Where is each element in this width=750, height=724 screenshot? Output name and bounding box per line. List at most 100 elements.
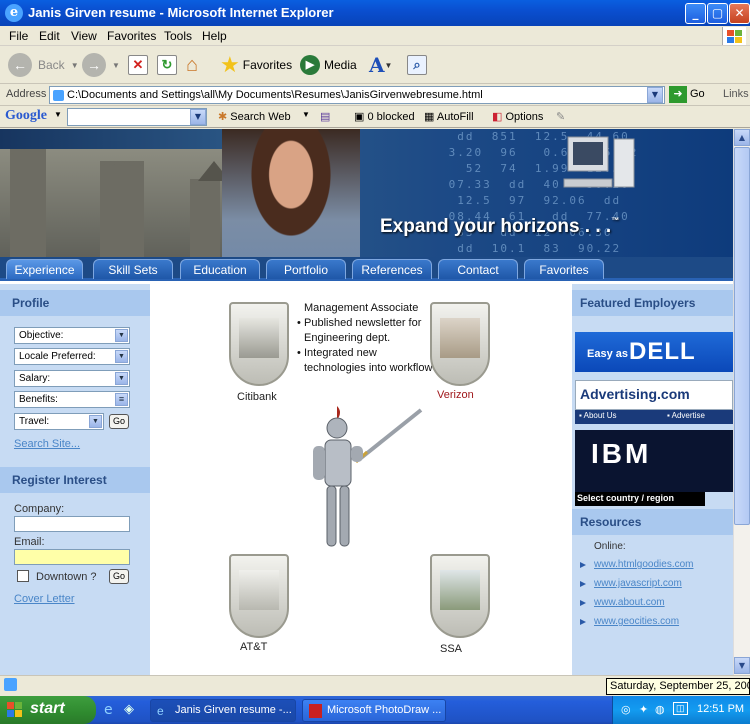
dell-ad[interactable]: Easy as DELL <box>575 332 733 372</box>
forward-dropdown-icon[interactable]: ▼ <box>112 61 120 70</box>
resource-link-geocities[interactable]: www.geocities.com <box>580 616 679 627</box>
autofill-button[interactable]: ▦ AutoFill <box>424 110 474 123</box>
salary-select[interactable]: Salary: ▼ <box>14 370 130 387</box>
verizon-label: Verizon <box>437 389 474 401</box>
close-button[interactable]: ✕ <box>729 3 750 24</box>
email-input[interactable] <box>14 549 130 565</box>
quicklaunch-desktop-icon[interactable]: ◈ <box>124 702 134 717</box>
google-menu-dropdown-icon[interactable]: ▼ <box>54 110 62 119</box>
clock[interactable]: 12:51 PM <box>697 703 744 715</box>
objective-select[interactable]: Objective: ▼ <box>14 327 130 344</box>
media-button[interactable]: ▶ Media <box>300 51 357 79</box>
tray-icon[interactable]: ✦ <box>639 703 648 716</box>
locale-label: Locale Preferred: <box>19 351 96 362</box>
ie-window: e Janis Girven resume - Microsoft Intern… <box>0 0 750 724</box>
favorites-button[interactable]: ★ Favorites <box>220 51 292 79</box>
travel-select[interactable]: Travel: ▼ <box>14 413 104 430</box>
research-button[interactable]: ⌕ <box>407 51 427 79</box>
back-button[interactable]: ← Back ▼ <box>8 51 79 79</box>
stop-button[interactable]: ✕ <box>128 51 148 79</box>
register-heading: Register Interest <box>0 467 150 493</box>
castle-image <box>0 149 250 261</box>
resource-link-about[interactable]: www.about.com <box>580 597 665 608</box>
locale-select[interactable]: Locale Preferred: ▼ <box>14 348 130 365</box>
register-go-button[interactable]: Go <box>109 569 129 584</box>
back-arrow-icon: ← <box>8 53 32 77</box>
verizon-shield[interactable] <box>430 302 490 386</box>
options-label: Options <box>505 111 544 123</box>
scroll-down-icon[interactable]: ▼ <box>734 657 750 674</box>
att-shield[interactable] <box>229 554 289 638</box>
advertise-link[interactable]: ▪ Advertise <box>667 411 705 420</box>
start-button[interactable]: start <box>0 696 96 724</box>
tray-icon[interactable]: ◫ <box>673 702 688 715</box>
tab-portfolio[interactable]: Portfolio <box>266 259 346 279</box>
go-arrow-icon[interactable]: ➜ <box>669 86 687 103</box>
tab-favorites[interactable]: Favorites <box>524 259 604 279</box>
google-logo[interactable]: Google <box>5 108 47 124</box>
refresh-button[interactable]: ↻ <box>157 51 177 79</box>
menu-tools[interactable]: Tools <box>164 29 192 43</box>
tab-contact[interactable]: Contact <box>438 259 518 279</box>
benefits-select[interactable]: Benefits: ≡ <box>14 391 130 408</box>
about-us-link[interactable]: ▪ About Us <box>579 411 617 420</box>
fonts-button[interactable]: A ▼ <box>369 51 392 79</box>
search-web-button[interactable]: ✱ Search Web <box>218 110 291 123</box>
google-search-input[interactable] <box>67 108 207 126</box>
go-button[interactable]: Go <box>690 88 705 100</box>
options-button[interactable]: ◧ Options <box>492 110 543 123</box>
highlight-pencil-icon[interactable]: ✎ <box>556 110 565 123</box>
autofill-icon: ▦ <box>424 111 435 123</box>
task-ie-resume[interactable]: e Janis Girven resume -... <box>150 699 296 722</box>
dell-tagline: Easy as <box>587 348 628 360</box>
downtown-checkbox[interactable] <box>17 570 29 582</box>
company-input[interactable] <box>14 516 130 532</box>
salary-label: Salary: <box>19 373 51 384</box>
task-photodraw[interactable]: Microsoft PhotoDraw ... <box>302 699 446 722</box>
links-button[interactable]: Links <box>723 88 749 100</box>
menu-view[interactable]: View <box>71 29 97 43</box>
search-site-link[interactable]: Search Site... <box>14 438 80 450</box>
tray-icon[interactable]: ◎ <box>621 703 631 716</box>
scroll-up-icon[interactable]: ▲ <box>734 129 750 146</box>
profile-go-button[interactable]: Go <box>109 414 129 429</box>
menu-help[interactable]: Help <box>202 29 227 43</box>
ibm-ad[interactable]: IBM <box>575 430 733 492</box>
popup-blocker-button[interactable]: ▣ 0 blocked <box>354 110 415 123</box>
cover-letter-link[interactable]: Cover Letter <box>14 593 75 605</box>
chevron-down-icon: ▼ <box>115 329 128 342</box>
chevron-down-icon: ▼ <box>89 415 102 428</box>
home-button[interactable]: ⌂ <box>186 51 198 79</box>
address-input[interactable]: C:\Documents and Settings\all\My Documen… <box>49 86 665 104</box>
back-dropdown-icon[interactable]: ▼ <box>71 61 79 70</box>
menu-favorites[interactable]: Favorites <box>107 29 156 43</box>
tab-education[interactable]: Education <box>180 259 260 279</box>
ssa-shield[interactable] <box>430 554 490 638</box>
address-dropdown-icon[interactable]: ▼ <box>647 87 663 103</box>
citibank-shield[interactable] <box>229 302 289 386</box>
maximize-button[interactable]: ▢ <box>707 3 728 24</box>
ibm-country-bar[interactable]: Select country / region <box>575 492 705 506</box>
quicklaunch-ie-icon[interactable]: e <box>104 702 113 718</box>
search-web-dropdown-icon[interactable]: ▼ <box>302 110 310 119</box>
favorites-label: Favorites <box>242 58 293 72</box>
advertising-ad[interactable]: Advertising.com <box>575 380 733 410</box>
forward-button[interactable]: → ▼ <box>82 51 120 79</box>
scroll-thumb[interactable] <box>734 147 750 525</box>
menu-edit[interactable]: Edit <box>39 29 60 43</box>
advertising-nav: ▪ About Us ▪ Advertise <box>575 410 733 424</box>
blocked-label: 0 blocked <box>367 111 415 123</box>
google-search-dropdown-icon[interactable]: ▼ <box>190 109 206 125</box>
news-icon[interactable]: ▤ <box>320 110 330 123</box>
resource-link-htmlgoodies[interactable]: www.htmlgoodies.com <box>580 559 693 570</box>
tab-skill-sets[interactable]: Skill Sets <box>93 259 173 279</box>
bullet-text: Integrated new technologies into workflo… <box>304 347 433 374</box>
tab-experience[interactable]: Experience <box>6 259 83 279</box>
vertical-scrollbar[interactable]: ▲ ▼ <box>733 129 750 675</box>
tab-references[interactable]: References <box>352 259 432 279</box>
objective-label: Objective: <box>19 330 64 341</box>
tray-icon[interactable]: ◍ <box>655 703 665 716</box>
resource-link-javascript[interactable]: www.javascript.com <box>580 578 682 589</box>
menu-file[interactable]: File <box>9 29 28 43</box>
minimize-button[interactable]: _ <box>685 3 706 24</box>
